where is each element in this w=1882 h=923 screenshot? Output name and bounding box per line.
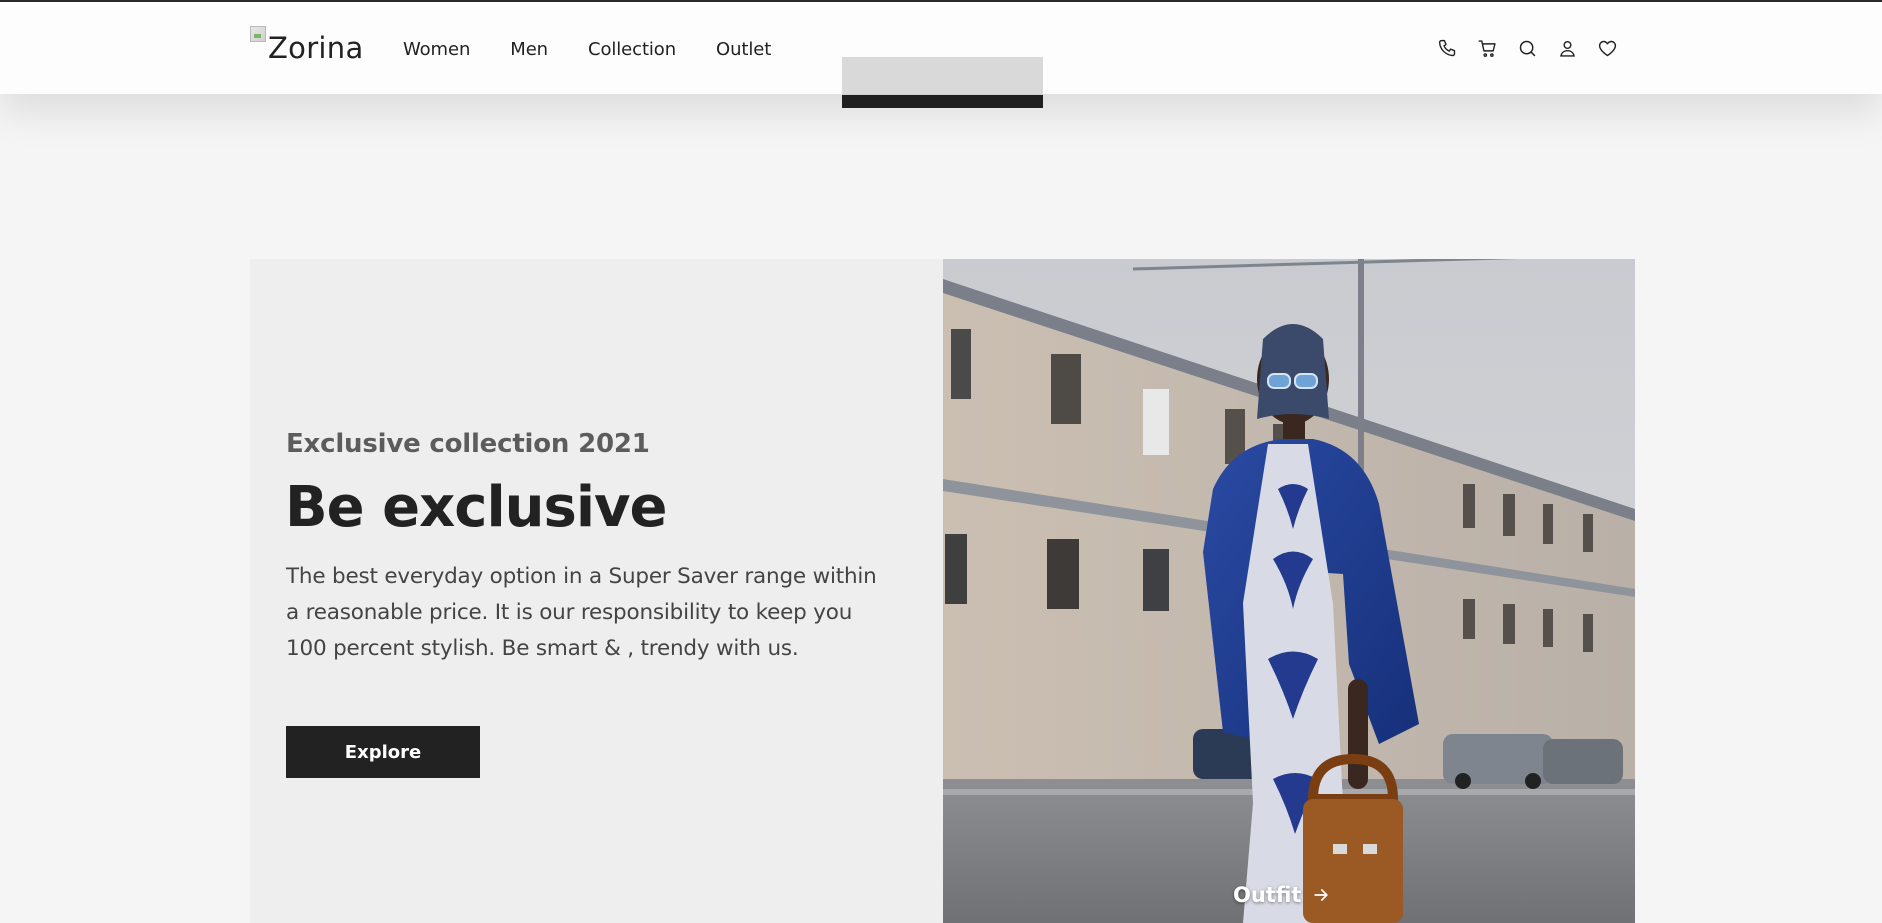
explore-button[interactable]: Explore (286, 726, 480, 778)
user-icon[interactable] (1557, 38, 1578, 59)
logo-alt-text: Zorina (268, 31, 364, 65)
broken-image-icon (250, 26, 266, 42)
search-icon[interactable] (1517, 38, 1538, 59)
nav-item-women[interactable]: Women (403, 39, 470, 60)
heart-icon[interactable] (1597, 38, 1618, 59)
nav-item-outlet[interactable]: Outlet (716, 39, 771, 60)
main-nav: Women Men Collection Outlet (403, 39, 811, 60)
header-actions (1437, 38, 1618, 59)
site-header: Zorina Women Men Collection Outlet (0, 2, 1882, 94)
hero-text-panel: Exclusive collection 2021 Be exclusive T… (250, 259, 943, 923)
hero-eyebrow: Exclusive collection 2021 (286, 429, 650, 459)
fashion-photo (943, 259, 1635, 923)
hero-image-panel[interactable]: Outfit (943, 259, 1635, 923)
arrow-right-icon (1311, 885, 1331, 905)
hero-banner: Exclusive collection 2021 Be exclusive T… (250, 259, 1635, 923)
outfit-link[interactable]: Outfit (1233, 883, 1331, 907)
cart-icon[interactable] (1477, 38, 1498, 59)
nav-item-collection[interactable]: Collection (588, 39, 676, 60)
outfit-label: Outfit (1233, 883, 1302, 907)
nav-item-men[interactable]: Men (510, 39, 548, 60)
logo[interactable]: Zorina (250, 22, 364, 65)
phone-icon[interactable] (1437, 38, 1458, 59)
hero-description: The best everyday option in a Super Save… (286, 564, 877, 661)
hero-title: Be exclusive (285, 475, 668, 540)
